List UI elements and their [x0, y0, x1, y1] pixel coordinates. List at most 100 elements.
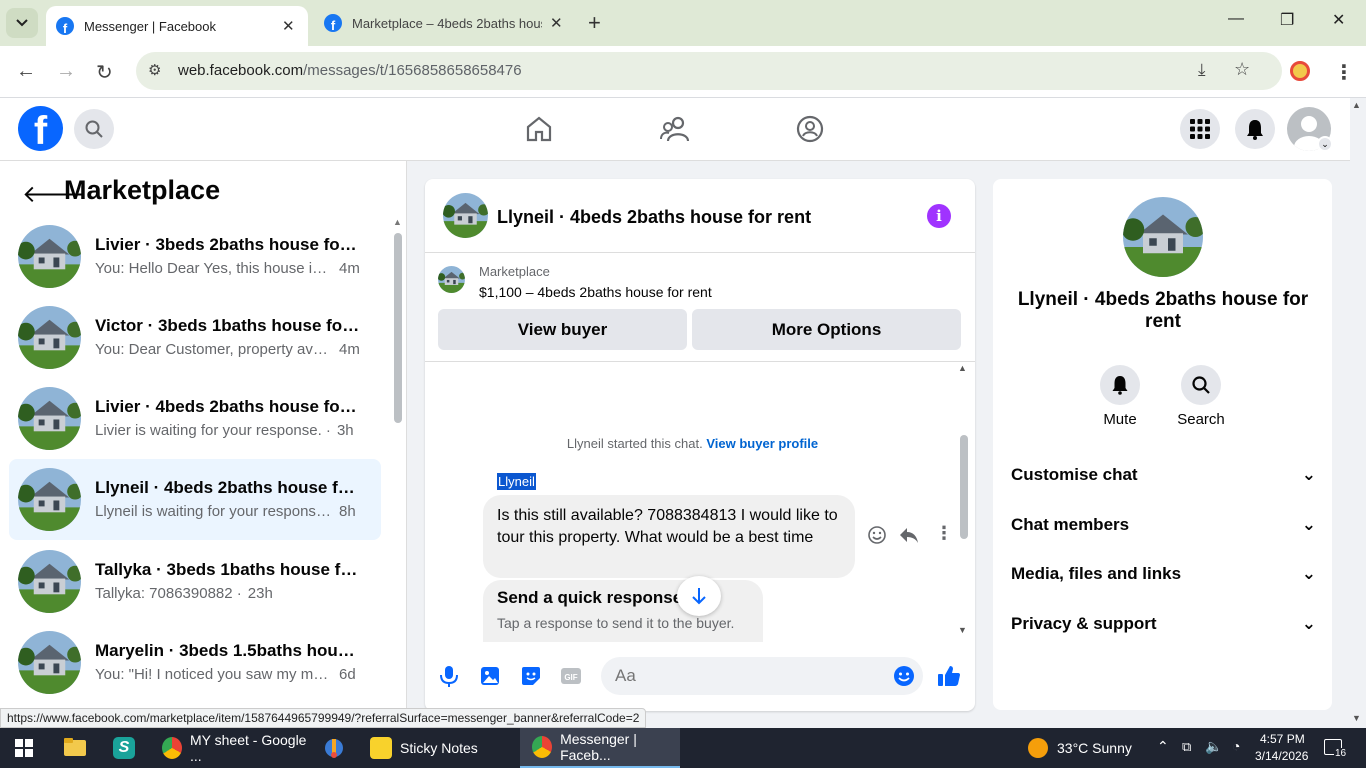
chat-scrollbar[interactable]	[960, 435, 968, 539]
info-icon[interactable]: i	[927, 204, 951, 228]
chat-title[interactable]: Llyneil · 4beds 2baths house for rent	[497, 207, 811, 228]
scrollbar[interactable]	[394, 233, 402, 423]
svg-text:GIF: GIF	[564, 673, 577, 682]
chat-info-name: Llyneil · 4beds 2baths house for rent	[1017, 289, 1309, 332]
close-window-icon[interactable]: ✕	[1332, 10, 1345, 30]
mute-button[interactable]: Mute	[1090, 365, 1150, 428]
customise-chat-section[interactable]: Customise chat ⌄	[1011, 465, 1316, 485]
search-in-chat-button[interactable]: Search	[1171, 365, 1231, 428]
more-actions-icon[interactable]: ⋮	[935, 523, 953, 544]
address-bar[interactable]: ⚙ web.facebook.com/messages/t/1656858658…	[136, 52, 1282, 90]
search-button[interactable]	[74, 109, 114, 149]
forward-icon[interactable]: →	[56, 60, 76, 83]
minimize-icon[interactable]: —	[1228, 10, 1244, 28]
view-buyer-button[interactable]: View buyer	[438, 309, 687, 350]
panel-title: Marketplace	[64, 175, 221, 205]
chevron-down-icon	[16, 19, 28, 27]
listing-thumbnail	[18, 550, 81, 613]
windows-taskbar: S MY sheet - Google ... Sticky Notes Mes…	[0, 728, 1366, 768]
page-scroll-up-icon[interactable]: ▲	[1352, 100, 1361, 110]
gif-icon[interactable]: GIF	[560, 665, 582, 687]
back-icon[interactable]: ←	[16, 60, 36, 83]
friends-icon[interactable]	[660, 115, 690, 143]
emoji-icon[interactable]	[893, 665, 915, 687]
list-item[interactable]: Maryelin · 3beds 1.5baths house... You: …	[9, 622, 381, 703]
quick-response-card[interactable]: Send a quick response Tap a response to …	[483, 580, 763, 642]
media-files-links-section[interactable]: Media, files and links ⌄	[1011, 564, 1316, 584]
list-item[interactable]: Livier · 4beds 2baths house for r... Liv…	[9, 378, 381, 459]
bookmark-star-icon[interactable]: ☆	[1234, 59, 1250, 80]
tab-marketplace[interactable]: f Marketplace – 4beds 2baths house ✕	[314, 6, 576, 40]
message-composer: GIF	[425, 649, 975, 705]
scroll-down-icon[interactable]: ▼	[958, 625, 967, 635]
listing-title[interactable]: $1,100 – 4beds 2baths house for rent	[479, 284, 712, 300]
conversation-title: Maryelin · 3beds 1.5baths house...	[95, 641, 363, 660]
tab-search-button[interactable]	[6, 8, 38, 38]
arrow-down-icon	[692, 588, 706, 605]
scroll-to-bottom-button[interactable]	[677, 576, 721, 616]
restore-icon[interactable]: ❐	[1280, 10, 1294, 30]
install-app-icon[interactable]: ⤓	[1198, 60, 1206, 80]
wifi-icon[interactable]: ◔	[1232, 738, 1240, 754]
volume-icon[interactable]: 🔈	[1205, 738, 1222, 755]
file-explorer-icon[interactable]	[64, 737, 86, 757]
message-bubble[interactable]: Is this still available? 7088384813 I wo…	[483, 495, 855, 578]
message-input[interactable]	[601, 657, 923, 695]
close-tab-icon[interactable]: ✕	[282, 17, 295, 35]
listing-thumbnail	[18, 387, 81, 450]
list-item-selected[interactable]: Llyneil · 4beds 2baths house for ... Lly…	[9, 459, 381, 540]
close-tab-icon[interactable]: ✕	[550, 14, 563, 32]
sway-app-icon[interactable]: S	[113, 737, 135, 759]
list-item[interactable]: Livier · 3beds 2baths house for r... You…	[9, 216, 381, 297]
more-options-button[interactable]: More Options	[692, 309, 961, 350]
groups-icon[interactable]	[796, 115, 824, 143]
marketplace-banner[interactable]: Marketplace $1,100 – 4beds 2baths house …	[425, 254, 975, 362]
reload-icon[interactable]: ↻	[96, 60, 113, 85]
scroll-up-icon[interactable]: ▲	[958, 363, 967, 373]
tab-messenger[interactable]: f Messenger | Facebook ✕	[46, 6, 308, 46]
chat-started-notice: Llyneil started this chat. View buyer pr…	[566, 436, 819, 451]
new-tab-icon[interactable]: +	[588, 10, 601, 36]
chevron-down-icon[interactable]: ⌄	[1317, 136, 1333, 152]
taskbar-chrome-messenger[interactable]: Messenger | Faceb...	[520, 728, 680, 768]
facebook-logo-icon[interactable]: f	[18, 106, 63, 151]
sender-name: Llyneil	[497, 473, 536, 490]
menu-button[interactable]	[1180, 109, 1220, 149]
chevron-up-icon[interactable]: ⌃	[1157, 738, 1169, 755]
list-item[interactable]: Victor · 3beds 1baths house for r... You…	[9, 297, 381, 378]
paint-app-icon[interactable]	[323, 737, 345, 759]
taskbar-chrome-sheet[interactable]: MY sheet - Google ...	[152, 728, 310, 768]
link-status-bar: https://www.facebook.com/marketplace/ite…	[0, 708, 647, 728]
clock-time[interactable]: 4:57 PM	[1260, 732, 1305, 746]
conversation-list-panel: 🡐 Marketplace Livier · 3beds 2baths hous…	[0, 161, 407, 708]
chat-avatar[interactable]	[443, 193, 488, 238]
microphone-icon[interactable]	[438, 665, 460, 687]
sticker-icon[interactable]	[520, 665, 542, 687]
clock-date[interactable]: 3/14/2026	[1255, 749, 1308, 763]
privacy-support-section[interactable]: Privacy & support ⌄	[1011, 614, 1316, 634]
conversation-title: Victor · 3beds 1baths house for r...	[95, 316, 363, 335]
chat-info-panel: Llyneil · 4beds 2baths house for rent Mu…	[993, 179, 1332, 710]
home-icon[interactable]	[525, 115, 553, 143]
extension-icon[interactable]	[1290, 61, 1310, 81]
windows-start-icon[interactable]	[15, 739, 33, 757]
browser-menu-icon[interactable]: ⋮	[1334, 60, 1354, 85]
taskbar-sticky-notes[interactable]: Sticky Notes	[364, 728, 512, 768]
chrome-icon	[532, 736, 553, 758]
react-emoji-icon[interactable]	[867, 525, 887, 545]
scroll-up-icon[interactable]: ▲	[393, 217, 402, 227]
site-info-icon[interactable]: ⚙	[148, 61, 161, 79]
conversation-preview: Llyneil is waiting for your response. · 8…	[95, 503, 356, 520]
weather-text[interactable]: 33°C Sunny	[1057, 740, 1132, 756]
weather-sun-icon[interactable]	[1028, 738, 1048, 758]
reply-icon[interactable]	[899, 525, 919, 545]
notifications-button[interactable]	[1235, 109, 1275, 149]
photo-icon[interactable]	[479, 665, 501, 687]
list-item[interactable]: Tallyka · 3beds 1baths house for ... Tal…	[9, 541, 381, 622]
page-scroll-down-icon[interactable]: ▼	[1352, 713, 1361, 723]
network-icon[interactable]: ⧉	[1182, 739, 1191, 755]
thumbs-up-icon[interactable]	[937, 664, 961, 688]
chat-members-section[interactable]: Chat members ⌄	[1011, 515, 1316, 535]
view-buyer-profile-link[interactable]: View buyer profile	[706, 436, 818, 451]
marketplace-label: Marketplace	[479, 264, 550, 279]
